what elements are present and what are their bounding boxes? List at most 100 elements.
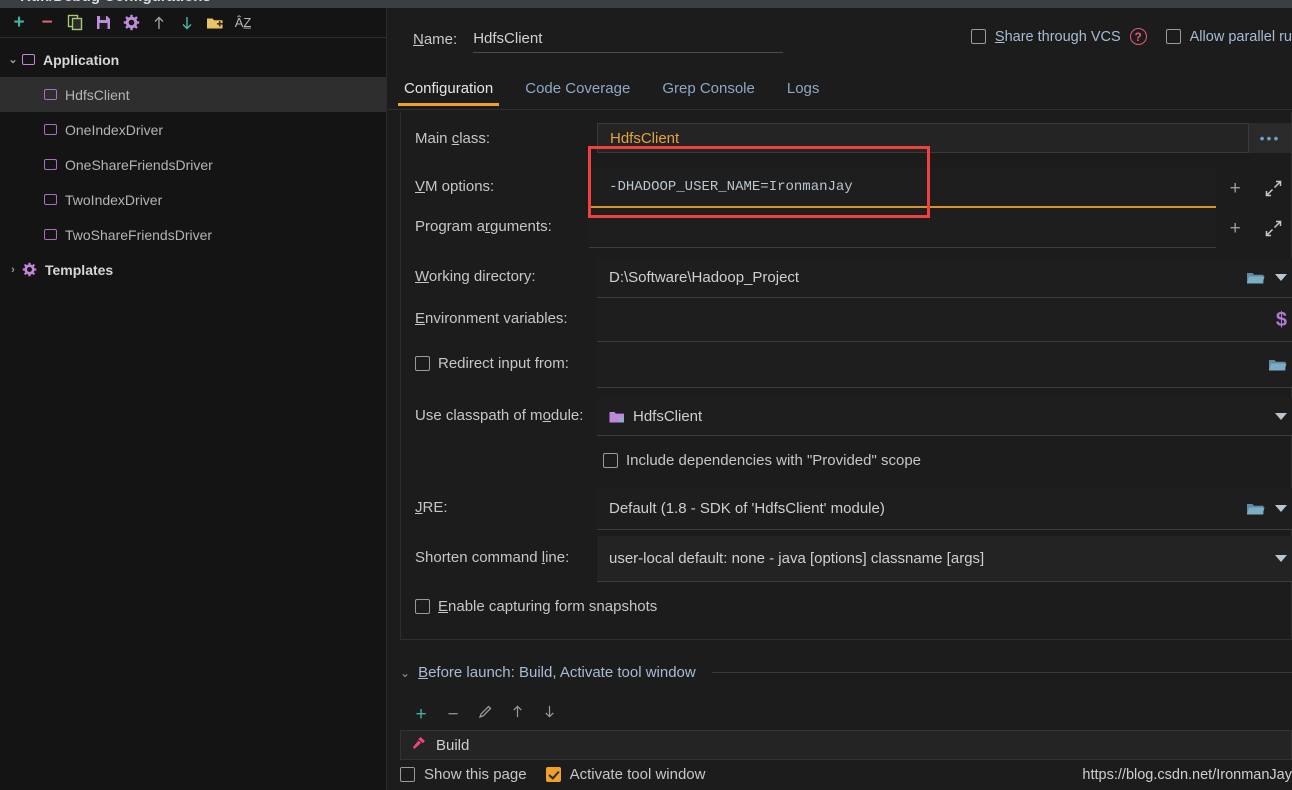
move-task-down-button[interactable] <box>538 704 560 724</box>
remove-task-button[interactable]: − <box>442 705 464 724</box>
folder-icon[interactable] <box>1246 501 1265 517</box>
tree-item-label: TwoIndexDriver <box>65 191 163 208</box>
configurations-tree: ⌄ Application HdfsClient OneIndexDriver … <box>0 38 386 287</box>
tree-item-oneindexdriver[interactable]: OneIndexDriver <box>0 112 386 147</box>
shorten-command-line-dropdown[interactable]: user-local default: none - java [options… <box>597 536 1292 582</box>
ellipsis-icon: ••• <box>1259 130 1281 146</box>
tree-item-twosharefriendsdriver[interactable]: TwoShareFriendsDriver <box>0 217 386 252</box>
new-folder-button[interactable] <box>202 11 228 35</box>
classpath-module-label: Use classpath of module: <box>415 407 584 424</box>
move-up-button[interactable] <box>146 11 172 35</box>
tree-group-application[interactable]: ⌄ Application <box>0 42 386 77</box>
save-configuration-button[interactable] <box>90 11 116 35</box>
before-launch-divider <box>711 672 1292 673</box>
move-down-button[interactable] <box>174 11 200 35</box>
classpath-module-mnemonic: o <box>542 407 551 424</box>
run-config-icon <box>44 124 57 135</box>
redirect-input-field[interactable] <box>597 342 1292 388</box>
before-launch-title: Before launch: Build, Activate tool wind… <box>418 664 696 681</box>
macro-dollar-icon[interactable]: $ <box>1276 310 1287 330</box>
configurations-sidebar: + − ÂZ̲ ⌄ Application HdfsClient OneInd… <box>0 8 387 790</box>
before-launch-header[interactable]: ⌄ Before launch: Build, Activate tool wi… <box>400 664 1292 681</box>
gear-icon[interactable] <box>118 11 144 35</box>
program-arguments-expand-button[interactable] <box>1255 208 1292 248</box>
name-input[interactable]: HdfsClient <box>473 25 784 53</box>
name-label: Name: <box>413 31 457 48</box>
jre-controls <box>1246 488 1287 529</box>
chevron-right-icon[interactable]: › <box>4 264 22 276</box>
form-snapshots-row: Enable capturing form snapshots <box>401 590 1292 622</box>
tab-code-coverage[interactable]: Code Coverage <box>509 78 646 106</box>
name-label-mnemonic: N <box>413 30 424 48</box>
vm-options-value: -DHADOOP_USER_NAME=IronmanJay <box>609 179 853 195</box>
add-configuration-button[interactable]: + <box>6 11 32 35</box>
vm-options-add-button[interactable]: + <box>1216 168 1255 208</box>
show-this-page-label: Show this page <box>424 766 527 783</box>
working-directory-row: Working directory: D:\Software\Hadoop_Pr… <box>401 258 1292 298</box>
tab-logs[interactable]: Logs <box>771 78 836 106</box>
program-arguments-input[interactable] <box>589 208 1216 248</box>
configuration-form: Main class: HdfsClient ••• VM options: -… <box>400 112 1292 640</box>
shorten-command-line-controls <box>1275 536 1287 581</box>
tree-item-hdfsclient[interactable]: HdfsClient <box>0 77 386 112</box>
allow-parallel-run-checkbox[interactable] <box>1165 29 1181 44</box>
working-directory-input[interactable]: D:\Software\Hadoop_Project <box>597 258 1292 298</box>
jre-dropdown[interactable]: Default (1.8 - SDK of 'HdfsClient' modul… <box>597 488 1292 530</box>
templates-gear-icon <box>22 262 37 277</box>
move-task-up-button[interactable] <box>506 704 528 724</box>
share-through-vcs-label: Share through VCS <box>995 29 1121 45</box>
main-class-browse-button[interactable]: ••• <box>1249 123 1291 153</box>
include-provided-checkbox[interactable] <box>603 452 618 468</box>
chevron-down-icon[interactable] <box>1275 555 1287 562</box>
vm-options-input[interactable]: -DHADOOP_USER_NAME=IronmanJay <box>589 168 1216 208</box>
tab-grep-console[interactable]: Grep Console <box>646 78 771 106</box>
jre-row: JRE: Default (1.8 - SDK of 'HdfsClient' … <box>401 488 1292 530</box>
form-snapshots-check[interactable]: Enable capturing form snapshots <box>415 598 657 615</box>
program-arguments-add-button[interactable]: + <box>1216 208 1255 248</box>
configuration-tabs: Configuration Code Coverage Grep Console… <box>388 78 1292 110</box>
show-this-page-checkbox[interactable] <box>400 767 415 782</box>
activate-tool-window-checkbox[interactable] <box>545 767 561 782</box>
chevron-down-icon[interactable] <box>1275 274 1287 281</box>
sort-alphabetically-button[interactable]: ÂZ̲ <box>230 11 256 35</box>
classpath-module-value: HdfsClient <box>633 408 703 425</box>
form-snapshots-checkbox[interactable] <box>415 598 430 614</box>
environment-variables-mnemonic: E <box>415 310 426 327</box>
help-icon[interactable]: ? <box>1129 28 1147 45</box>
folder-icon[interactable] <box>1268 357 1287 373</box>
tree-group-templates[interactable]: › Templates <box>0 252 386 287</box>
name-label-rest: ame: <box>423 30 458 48</box>
redirect-input-checkbox[interactable] <box>415 356 430 371</box>
chevron-down-icon[interactable]: ⌄ <box>400 666 410 680</box>
classpath-module-dropdown[interactable]: HdfsClient <box>597 398 1292 436</box>
share-through-vcs-checkbox[interactable] <box>970 29 986 44</box>
before-launch-mnemonic: B <box>418 664 429 681</box>
before-launch-task-row[interactable]: Build <box>400 730 1292 760</box>
copy-configuration-button[interactable] <box>62 11 88 35</box>
pencil-icon[interactable] <box>474 704 496 724</box>
share-vcs-rest: hare through VCS <box>1004 28 1121 45</box>
main-class-input[interactable]: HdfsClient <box>597 123 1249 153</box>
tree-item-onesharefriendsdriver[interactable]: OneShareFriendsDriver <box>0 147 386 182</box>
working-directory-controls <box>1246 258 1287 297</box>
tree-item-twoindexdriver[interactable]: TwoIndexDriver <box>0 182 386 217</box>
remove-configuration-button[interactable]: − <box>34 11 60 35</box>
working-directory-mnemonic: W <box>415 268 429 285</box>
jre-mnemonic: J <box>415 499 423 516</box>
vm-options-expand-button[interactable] <box>1255 168 1292 208</box>
configuration-panel: Name: HdfsClient Share through VCS ? All… <box>388 8 1292 790</box>
tab-configuration[interactable]: Configuration <box>388 78 509 106</box>
environment-variables-input[interactable]: $ <box>597 298 1292 342</box>
working-directory-value: D:\Software\Hadoop_Project <box>609 269 800 286</box>
tree-item-label: TwoShareFriendsDriver <box>65 226 213 243</box>
vm-options-row: VM options: -DHADOOP_USER_NAME=IronmanJa… <box>401 168 1292 208</box>
chevron-down-icon[interactable] <box>1275 413 1287 420</box>
chevron-down-icon[interactable] <box>1275 505 1287 512</box>
chevron-down-icon[interactable]: ⌄ <box>4 53 22 66</box>
main-class-label: Main class: <box>415 129 491 147</box>
add-task-button[interactable]: + <box>410 705 432 724</box>
shorten-command-line-label: Shorten command line: <box>415 549 570 566</box>
include-provided-check[interactable]: Include dependencies with "Provided" sco… <box>603 452 921 469</box>
folder-icon[interactable] <box>1246 270 1265 286</box>
tree-item-label: OneShareFriendsDriver <box>65 156 213 173</box>
